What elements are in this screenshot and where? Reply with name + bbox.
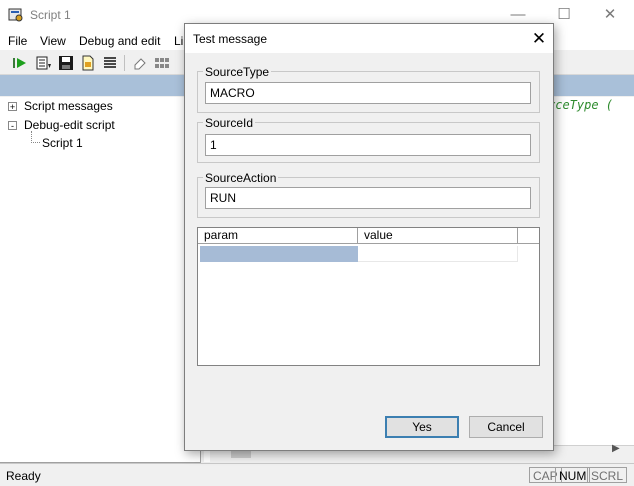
source-action-label: SourceAction — [203, 171, 279, 185]
grid-header-filler — [518, 228, 539, 244]
page-icon[interactable] — [80, 55, 96, 71]
scrl-indicator: SCRL — [587, 467, 628, 483]
source-type-field[interactable]: MACRO — [205, 82, 531, 104]
grid-header-value[interactable]: value — [358, 228, 518, 244]
dialog-title: Test message — [193, 32, 268, 46]
status-text: Ready — [6, 469, 41, 483]
grid-header-param[interactable]: param — [198, 228, 358, 244]
num-indicator: NUM — [555, 467, 591, 483]
expand-icon[interactable]: + — [8, 102, 17, 112]
menu-debug-and-edit[interactable]: Debug and edit — [79, 34, 160, 48]
cancel-button[interactable]: Cancel — [469, 416, 543, 438]
collapse-icon[interactable]: - — [8, 121, 17, 131]
script-tree — [0, 97, 201, 463]
source-type-label: SourceType — [203, 65, 272, 79]
yes-button[interactable]: Yes — [385, 416, 459, 438]
grid-cell-value[interactable] — [358, 246, 518, 262]
grid-icon[interactable] — [154, 55, 170, 71]
close-icon[interactable]: ✕ — [587, 0, 633, 30]
scroll-right-icon[interactable]: ▶ — [612, 443, 620, 454]
lines-icon[interactable] — [102, 55, 118, 71]
dialog-close-icon[interactable]: ✕ — [524, 24, 554, 53]
grid-cell-param-selected[interactable] — [200, 246, 358, 262]
menu-li[interactable]: Li — [174, 34, 183, 48]
toolbar-separator — [124, 55, 125, 71]
source-id-label: SourceId — [203, 116, 256, 130]
tree-connector — [31, 142, 40, 144]
tree-item-script-1[interactable]: Script 1 — [42, 136, 83, 150]
source-id-field[interactable]: 1 — [205, 134, 531, 156]
list-icon[interactable] — [36, 55, 52, 71]
code-text: rceType ( — [548, 98, 614, 112]
window-title: Script 1 — [30, 8, 71, 22]
source-action-field[interactable]: RUN — [205, 187, 531, 209]
app-icon — [8, 7, 24, 23]
menu-view[interactable]: View — [40, 34, 66, 48]
tree-item-debug-edit-script[interactable]: Debug-edit script — [24, 118, 115, 132]
eraser-icon[interactable] — [132, 55, 148, 71]
save-icon[interactable] — [58, 55, 74, 71]
tree-item-script-messages[interactable]: Script messages — [24, 99, 113, 113]
menu-file[interactable]: File — [8, 34, 27, 48]
run-icon[interactable] — [12, 55, 28, 71]
